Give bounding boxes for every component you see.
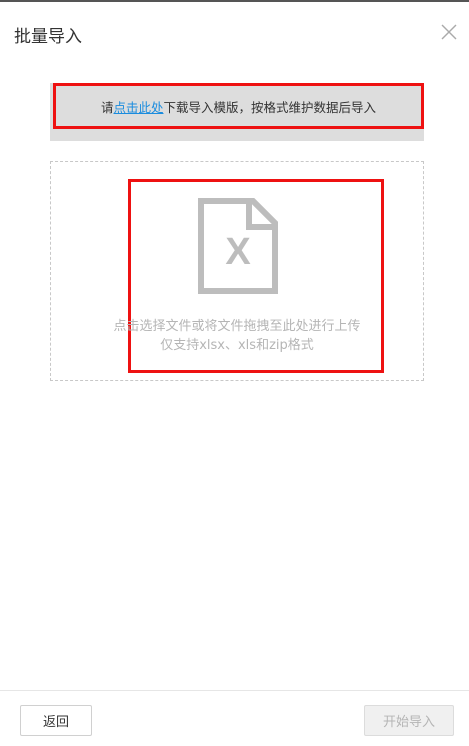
file-icon-letter: X (225, 231, 251, 273)
file-dropzone[interactable]: X 点击选择文件或将文件拖拽至此处进行上传 仅支持xlsx、xls和zip格式 (50, 161, 424, 381)
dropzone-hint-primary: 点击选择文件或将文件拖拽至此处进行上传 (113, 319, 361, 334)
dialog-title: 批量导入 (14, 27, 82, 47)
notice-prefix: 请 (100, 99, 114, 115)
template-download-notice: 请点击此处 下载导入模版，按格式维护数据后导入 (50, 83, 424, 141)
start-import-button[interactable]: 开始导入 (364, 705, 454, 736)
excel-file-icon: X (197, 197, 279, 295)
dropzone-hint-formats: 仅支持xlsx、xls和zip格式 (160, 338, 314, 353)
back-button[interactable]: 返回 (20, 705, 92, 736)
dialog-header: 批量导入 (0, 2, 469, 62)
dialog-footer: 返回 开始导入 (0, 690, 469, 746)
download-template-link[interactable]: 点击此处 (113, 97, 163, 116)
close-icon[interactable] (439, 22, 459, 42)
notice-suffix: 下载导入模版，按格式维护数据后导入 (163, 99, 377, 115)
notice-highlight-box: 请点击此处 下载导入模版，按格式维护数据后导入 (53, 83, 424, 129)
import-dialog: 批量导入 请点击此处 下载导入模版，按格式维护数据后导入 X 点击选择文件或将文件… (0, 0, 469, 746)
